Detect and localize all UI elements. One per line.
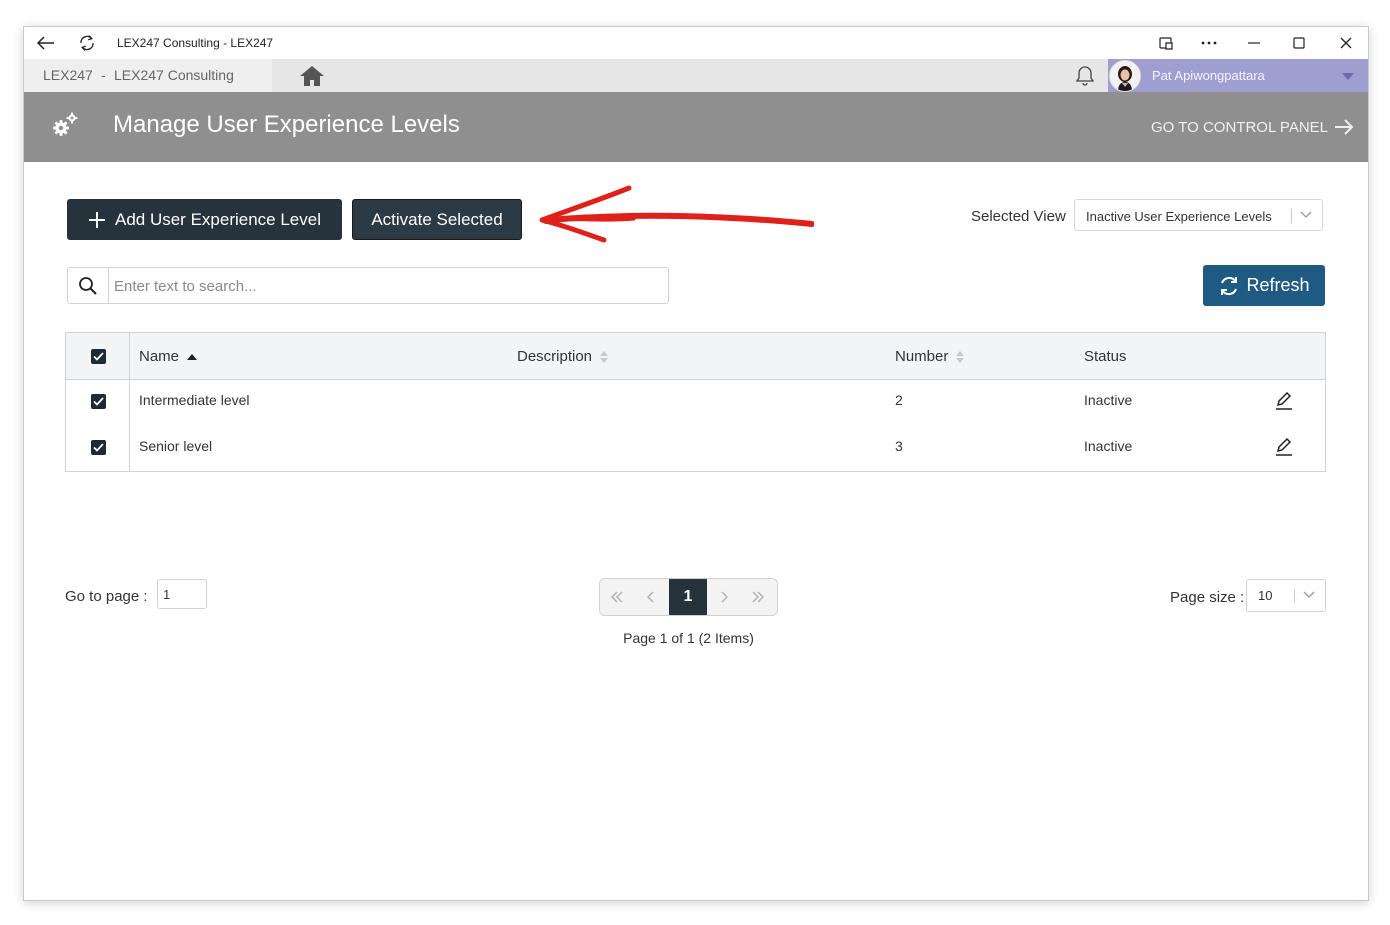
refresh-button[interactable]: Refresh: [1203, 265, 1325, 306]
arrow-right-icon: [1335, 119, 1354, 135]
cell-status: Inactive: [1084, 392, 1133, 408]
table-row[interactable]: Senior level 3 Inactive: [66, 425, 1325, 471]
search-input[interactable]: [112, 274, 656, 298]
app-tabbar: LEX247 - LEX247 Consulting Pat Apiwongpa…: [24, 59, 1368, 92]
dropdown-separator: [1294, 589, 1295, 603]
page-header: Manage User Experience Levels GO TO CONT…: [24, 92, 1368, 162]
column-header-description[interactable]: Description: [517, 348, 609, 365]
activate-selected-button[interactable]: Activate Selected: [352, 199, 522, 240]
gears-icon: [50, 110, 80, 140]
table-header: Name Description Number Status: [66, 333, 1325, 380]
cell-name: Senior level: [139, 438, 213, 454]
add-button-label: Add User Experience Level: [114, 209, 321, 229]
column-header-label: Description: [517, 348, 593, 365]
checkmark-icon: [93, 352, 104, 361]
column-header-label: Name: [139, 348, 180, 365]
refresh-label: Refresh: [1246, 275, 1310, 295]
page-title: Manage User Experience Levels: [113, 111, 460, 138]
cast-icon[interactable]: [1151, 31, 1181, 55]
edit-pencil-icon[interactable]: [1274, 391, 1294, 411]
back-arrow-icon[interactable]: [36, 33, 56, 53]
notification-bell-icon[interactable]: [1073, 64, 1097, 88]
select-all-checkbox[interactable]: [91, 349, 106, 364]
plus-icon: [88, 211, 105, 228]
edit-pencil-icon[interactable]: [1274, 437, 1294, 457]
user-name: Pat Apiwongpattara: [1152, 68, 1265, 83]
search-icon: [68, 268, 109, 303]
avatar: [1109, 60, 1141, 92]
pager: 1: [599, 578, 778, 616]
selected-view-value: Inactive User Experience Levels: [1086, 209, 1272, 224]
maximize-icon[interactable]: [1284, 31, 1314, 55]
cell-name: Intermediate level: [139, 392, 250, 408]
window-titlebar: LEX247 Consulting - LEX247: [24, 27, 1368, 59]
previous-page-icon[interactable]: [634, 579, 668, 615]
activate-button-label: Activate Selected: [371, 209, 503, 229]
close-icon[interactable]: [1331, 31, 1361, 55]
breadcrumb-separator: -: [101, 67, 106, 83]
control-panel-label: GO TO CONTROL PANEL: [1151, 118, 1328, 136]
column-header-label: Number: [895, 348, 949, 365]
column-header-label: Status: [1084, 348, 1127, 365]
column-header-status: Status: [1084, 348, 1127, 365]
last-page-icon[interactable]: [741, 579, 775, 615]
dropdown-separator: [1291, 209, 1292, 223]
sort-icon: [600, 350, 609, 363]
chevron-down-icon[interactable]: [1342, 73, 1354, 80]
chevron-down-icon: [1303, 591, 1315, 598]
minimize-icon[interactable]: [1239, 31, 1269, 55]
page-size-label: Page size :: [1170, 589, 1245, 606]
go-to-page-input[interactable]: 1: [157, 579, 207, 609]
more-options-icon[interactable]: [1194, 31, 1224, 55]
user-menu[interactable]: Pat Apiwongpattara: [1108, 59, 1368, 92]
column-header-number[interactable]: Number: [895, 348, 965, 365]
page-info: Page 1 of 1 (2 Items): [623, 630, 754, 646]
window-title: LEX247 Consulting - LEX247: [117, 36, 274, 50]
cell-number: 3: [895, 438, 903, 454]
table-row[interactable]: Intermediate level 2 Inactive: [66, 379, 1325, 425]
app-window: LEX247 Consulting - LEX247 LEX247 - LEX2…: [23, 26, 1369, 901]
add-user-experience-level-button[interactable]: Add User Experience Level: [67, 199, 342, 240]
selected-view-label: Selected View: [971, 208, 1066, 225]
page-size-dropdown[interactable]: 10: [1246, 579, 1326, 612]
cell-number: 2: [895, 392, 903, 408]
cell-status: Inactive: [1084, 438, 1133, 454]
next-page-icon[interactable]: [707, 579, 741, 615]
column-header-name[interactable]: Name: [139, 348, 198, 365]
sort-ascending-icon: [187, 353, 198, 360]
reload-icon[interactable]: [77, 33, 97, 53]
home-icon[interactable]: [299, 64, 325, 88]
selected-view-dropdown[interactable]: Inactive User Experience Levels: [1074, 199, 1323, 231]
chevron-down-icon: [1300, 211, 1312, 218]
app-name: LEX247: [43, 67, 93, 83]
firm-name: LEX247 Consulting: [114, 67, 234, 83]
user-experience-levels-table: Name Description Number Status Intermedi…: [65, 332, 1326, 472]
search-box[interactable]: [67, 267, 669, 304]
annotation-arrow: [539, 185, 814, 243]
page-button-current[interactable]: 1: [669, 579, 707, 615]
refresh-icon: [1221, 276, 1238, 295]
breadcrumb[interactable]: LEX247 - LEX247 Consulting: [24, 59, 272, 92]
sort-icon: [956, 350, 965, 363]
go-to-page-label: Go to page :: [65, 588, 148, 605]
first-page-icon[interactable]: [600, 579, 634, 615]
control-panel-link[interactable]: GO TO CONTROL PANEL: [1151, 118, 1354, 136]
page-size-value: 10: [1258, 588, 1273, 603]
